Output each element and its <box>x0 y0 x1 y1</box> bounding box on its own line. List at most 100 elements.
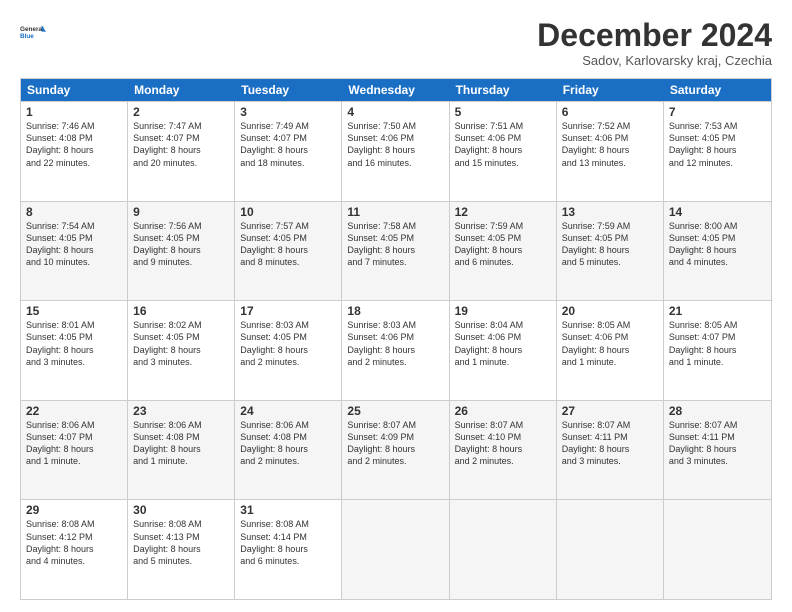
day-number: 22 <box>26 404 122 418</box>
day-number: 27 <box>562 404 658 418</box>
calendar-cell: 2Sunrise: 7:47 AM Sunset: 4:07 PM Daylig… <box>128 102 235 201</box>
calendar-cell: 31Sunrise: 8:08 AM Sunset: 4:14 PM Dayli… <box>235 500 342 599</box>
calendar-cell: 8Sunrise: 7:54 AM Sunset: 4:05 PM Daylig… <box>21 202 128 301</box>
calendar: Sunday Monday Tuesday Wednesday Thursday… <box>20 78 772 600</box>
calendar-cell: 9Sunrise: 7:56 AM Sunset: 4:05 PM Daylig… <box>128 202 235 301</box>
day-info: Sunrise: 8:00 AM Sunset: 4:05 PM Dayligh… <box>669 220 766 269</box>
day-info: Sunrise: 8:07 AM Sunset: 4:09 PM Dayligh… <box>347 419 443 468</box>
header-tuesday: Tuesday <box>235 79 342 101</box>
header-friday: Friday <box>557 79 664 101</box>
day-number: 18 <box>347 304 443 318</box>
calendar-cell: 16Sunrise: 8:02 AM Sunset: 4:05 PM Dayli… <box>128 301 235 400</box>
day-number: 24 <box>240 404 336 418</box>
day-number: 11 <box>347 205 443 219</box>
day-number: 2 <box>133 105 229 119</box>
day-info: Sunrise: 8:06 AM Sunset: 4:07 PM Dayligh… <box>26 419 122 468</box>
day-number: 30 <box>133 503 229 517</box>
calendar-cell: 10Sunrise: 7:57 AM Sunset: 4:05 PM Dayli… <box>235 202 342 301</box>
day-number: 7 <box>669 105 766 119</box>
day-info: Sunrise: 7:46 AM Sunset: 4:08 PM Dayligh… <box>26 120 122 169</box>
day-number: 8 <box>26 205 122 219</box>
calendar-cell: 7Sunrise: 7:53 AM Sunset: 4:05 PM Daylig… <box>664 102 771 201</box>
day-number: 19 <box>455 304 551 318</box>
day-info: Sunrise: 8:07 AM Sunset: 4:10 PM Dayligh… <box>455 419 551 468</box>
logo: GeneralBlue <box>20 18 48 46</box>
day-info: Sunrise: 7:54 AM Sunset: 4:05 PM Dayligh… <box>26 220 122 269</box>
calendar-cell: 13Sunrise: 7:59 AM Sunset: 4:05 PM Dayli… <box>557 202 664 301</box>
calendar-cell: 3Sunrise: 7:49 AM Sunset: 4:07 PM Daylig… <box>235 102 342 201</box>
day-info: Sunrise: 8:05 AM Sunset: 4:07 PM Dayligh… <box>669 319 766 368</box>
day-number: 14 <box>669 205 766 219</box>
header-thursday: Thursday <box>450 79 557 101</box>
calendar-cell: 15Sunrise: 8:01 AM Sunset: 4:05 PM Dayli… <box>21 301 128 400</box>
calendar-cell: 14Sunrise: 8:00 AM Sunset: 4:05 PM Dayli… <box>664 202 771 301</box>
calendar-row: 8Sunrise: 7:54 AM Sunset: 4:05 PM Daylig… <box>21 201 771 301</box>
svg-text:Blue: Blue <box>20 33 34 40</box>
calendar-cell: 1Sunrise: 7:46 AM Sunset: 4:08 PM Daylig… <box>21 102 128 201</box>
calendar-cell: 26Sunrise: 8:07 AM Sunset: 4:10 PM Dayli… <box>450 401 557 500</box>
calendar-cell <box>557 500 664 599</box>
calendar-cell <box>342 500 449 599</box>
day-info: Sunrise: 8:08 AM Sunset: 4:12 PM Dayligh… <box>26 518 122 567</box>
day-info: Sunrise: 8:07 AM Sunset: 4:11 PM Dayligh… <box>562 419 658 468</box>
header-monday: Monday <box>128 79 235 101</box>
day-number: 3 <box>240 105 336 119</box>
calendar-cell: 11Sunrise: 7:58 AM Sunset: 4:05 PM Dayli… <box>342 202 449 301</box>
svg-text:General: General <box>20 26 44 33</box>
calendar-cell: 23Sunrise: 8:06 AM Sunset: 4:08 PM Dayli… <box>128 401 235 500</box>
day-info: Sunrise: 7:58 AM Sunset: 4:05 PM Dayligh… <box>347 220 443 269</box>
day-info: Sunrise: 8:02 AM Sunset: 4:05 PM Dayligh… <box>133 319 229 368</box>
day-number: 9 <box>133 205 229 219</box>
day-number: 1 <box>26 105 122 119</box>
day-number: 15 <box>26 304 122 318</box>
page: GeneralBlue December 2024 Sadov, Karlova… <box>0 0 792 612</box>
day-info: Sunrise: 8:03 AM Sunset: 4:06 PM Dayligh… <box>347 319 443 368</box>
month-title: December 2024 <box>537 18 772 53</box>
day-info: Sunrise: 7:59 AM Sunset: 4:05 PM Dayligh… <box>562 220 658 269</box>
calendar-cell <box>450 500 557 599</box>
title-block: December 2024 Sadov, Karlovarsky kraj, C… <box>537 18 772 68</box>
day-info: Sunrise: 7:59 AM Sunset: 4:05 PM Dayligh… <box>455 220 551 269</box>
header-wednesday: Wednesday <box>342 79 449 101</box>
calendar-row: 22Sunrise: 8:06 AM Sunset: 4:07 PM Dayli… <box>21 400 771 500</box>
day-number: 10 <box>240 205 336 219</box>
calendar-cell: 24Sunrise: 8:06 AM Sunset: 4:08 PM Dayli… <box>235 401 342 500</box>
calendar-row: 29Sunrise: 8:08 AM Sunset: 4:12 PM Dayli… <box>21 499 771 599</box>
calendar-cell: 20Sunrise: 8:05 AM Sunset: 4:06 PM Dayli… <box>557 301 664 400</box>
day-info: Sunrise: 8:08 AM Sunset: 4:14 PM Dayligh… <box>240 518 336 567</box>
calendar-cell: 19Sunrise: 8:04 AM Sunset: 4:06 PM Dayli… <box>450 301 557 400</box>
day-info: Sunrise: 7:53 AM Sunset: 4:05 PM Dayligh… <box>669 120 766 169</box>
calendar-cell: 17Sunrise: 8:03 AM Sunset: 4:05 PM Dayli… <box>235 301 342 400</box>
calendar-row: 1Sunrise: 7:46 AM Sunset: 4:08 PM Daylig… <box>21 101 771 201</box>
day-number: 23 <box>133 404 229 418</box>
day-number: 4 <box>347 105 443 119</box>
header-saturday: Saturday <box>664 79 771 101</box>
day-info: Sunrise: 8:08 AM Sunset: 4:13 PM Dayligh… <box>133 518 229 567</box>
calendar-cell: 5Sunrise: 7:51 AM Sunset: 4:06 PM Daylig… <box>450 102 557 201</box>
calendar-body: 1Sunrise: 7:46 AM Sunset: 4:08 PM Daylig… <box>21 101 771 599</box>
header-sunday: Sunday <box>21 79 128 101</box>
day-info: Sunrise: 8:06 AM Sunset: 4:08 PM Dayligh… <box>133 419 229 468</box>
day-info: Sunrise: 8:05 AM Sunset: 4:06 PM Dayligh… <box>562 319 658 368</box>
day-info: Sunrise: 7:49 AM Sunset: 4:07 PM Dayligh… <box>240 120 336 169</box>
day-number: 12 <box>455 205 551 219</box>
calendar-cell <box>664 500 771 599</box>
day-info: Sunrise: 8:07 AM Sunset: 4:11 PM Dayligh… <box>669 419 766 468</box>
day-number: 29 <box>26 503 122 517</box>
calendar-cell: 4Sunrise: 7:50 AM Sunset: 4:06 PM Daylig… <box>342 102 449 201</box>
day-number: 26 <box>455 404 551 418</box>
calendar-cell: 18Sunrise: 8:03 AM Sunset: 4:06 PM Dayli… <box>342 301 449 400</box>
day-number: 13 <box>562 205 658 219</box>
day-info: Sunrise: 7:52 AM Sunset: 4:06 PM Dayligh… <box>562 120 658 169</box>
calendar-cell: 6Sunrise: 7:52 AM Sunset: 4:06 PM Daylig… <box>557 102 664 201</box>
day-number: 28 <box>669 404 766 418</box>
day-info: Sunrise: 7:57 AM Sunset: 4:05 PM Dayligh… <box>240 220 336 269</box>
calendar-cell: 21Sunrise: 8:05 AM Sunset: 4:07 PM Dayli… <box>664 301 771 400</box>
header: GeneralBlue December 2024 Sadov, Karlova… <box>20 18 772 68</box>
calendar-cell: 27Sunrise: 8:07 AM Sunset: 4:11 PM Dayli… <box>557 401 664 500</box>
day-number: 25 <box>347 404 443 418</box>
logo-icon: GeneralBlue <box>20 18 48 46</box>
day-number: 5 <box>455 105 551 119</box>
calendar-cell: 28Sunrise: 8:07 AM Sunset: 4:11 PM Dayli… <box>664 401 771 500</box>
day-info: Sunrise: 8:04 AM Sunset: 4:06 PM Dayligh… <box>455 319 551 368</box>
